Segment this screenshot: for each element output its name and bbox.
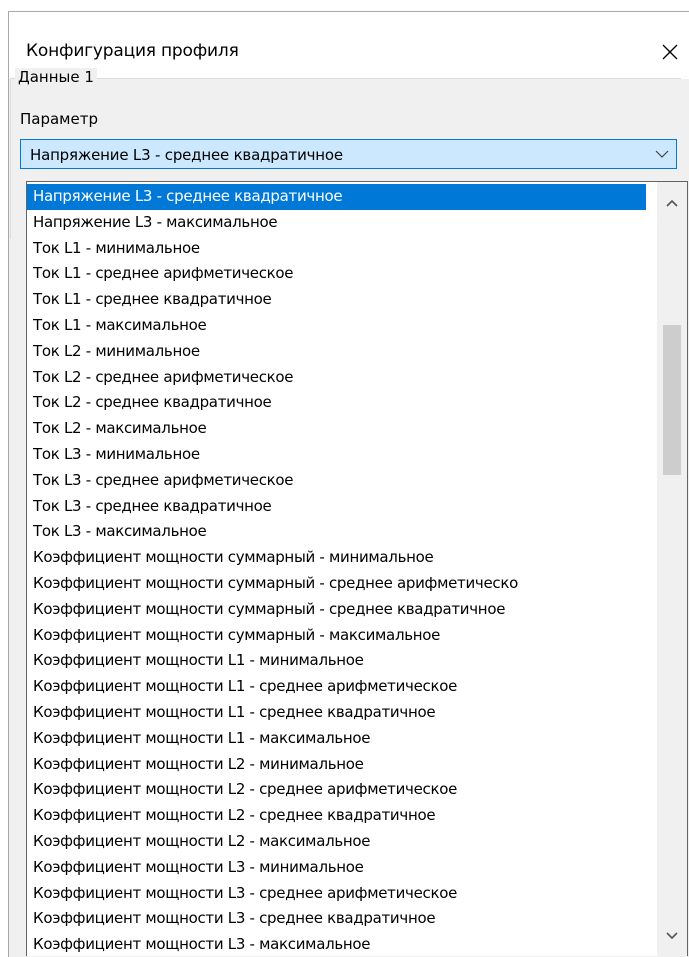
chevron-down-icon[interactable] — [654, 146, 670, 162]
dropdown-item[interactable]: Коэффициент мощности суммарный - среднее… — [27, 571, 646, 597]
dropdown-items: Напряжение L3 - среднее квадратичное Напр… — [27, 184, 646, 956]
dropdown-item[interactable]: Коэффициент мощности L2 - среднее арифме… — [27, 777, 646, 803]
dropdown-item[interactable]: Коэффициент мощности суммарный - максима… — [27, 623, 646, 649]
dropdown-item[interactable]: Напряжение L3 - среднее квадратичное — [27, 184, 646, 210]
parameter-combobox[interactable]: Напряжение L3 - среднее квадратичное — [20, 139, 677, 169]
dropdown-item[interactable]: Коэффициент мощности суммарный - минимал… — [27, 545, 646, 571]
dropdown-item[interactable]: Коэффициент мощности L3 - среднее арифме… — [27, 881, 646, 907]
dropdown-item[interactable]: Ток L3 - максимальное — [27, 519, 646, 545]
scroll-down-arrow-icon[interactable] — [664, 927, 680, 943]
dropdown-item[interactable]: Ток L1 - минимальное — [27, 236, 646, 262]
scroll-up-arrow-icon[interactable] — [664, 196, 680, 212]
dialog-title: Конфигурация профиля — [26, 41, 239, 61]
combobox-value: Напряжение L3 - среднее квадратичное — [30, 146, 343, 164]
dropdown-item[interactable]: Коэффициент мощности L3 - максимальное — [27, 932, 646, 956]
parameter-dropdown-list[interactable]: Напряжение L3 - среднее квадратичное Напр… — [26, 181, 688, 956]
dropdown-item[interactable]: Коэффициент мощности L1 - среднее квадра… — [27, 700, 646, 726]
dropdown-item[interactable]: Ток L1 - максимальное — [27, 313, 646, 339]
dropdown-item[interactable]: Коэффициент мощности L2 - среднее квадра… — [27, 803, 646, 829]
vertical-scrollbar[interactable] — [657, 182, 687, 956]
group-legend: Данные 1 — [15, 68, 97, 86]
dropdown-item[interactable]: Ток L1 - среднее арифметическое — [27, 261, 646, 287]
close-button[interactable] — [650, 34, 689, 70]
dropdown-item[interactable]: Коэффициент мощности L3 - минимальное — [27, 855, 646, 881]
title-bar: Конфигурация профиля — [9, 12, 689, 79]
close-icon — [662, 44, 678, 60]
dropdown-item[interactable]: Напряжение L3 - максимальное — [27, 210, 646, 236]
dropdown-item[interactable]: Ток L3 - минимальное — [27, 442, 646, 468]
dropdown-item[interactable]: Коэффициент мощности L1 - среднее арифме… — [27, 674, 646, 700]
dropdown-item[interactable]: Коэффициент мощности L2 - минимальное — [27, 752, 646, 778]
dropdown-item[interactable]: Ток L2 - минимальное — [27, 339, 646, 365]
dropdown-item[interactable]: Ток L2 - максимальное — [27, 416, 646, 442]
dropdown-item[interactable]: Коэффициент мощности L2 - максимальное — [27, 829, 646, 855]
dropdown-item[interactable]: Коэффициент мощности L1 - максимальное — [27, 726, 646, 752]
dropdown-item[interactable]: Ток L3 - среднее арифметическое — [27, 468, 646, 494]
dropdown-item[interactable]: Ток L2 - среднее квадратичное — [27, 390, 646, 416]
dropdown-item[interactable]: Ток L2 - среднее арифметическое — [27, 365, 646, 391]
dropdown-item[interactable]: Коэффициент мощности L1 - минимальное — [27, 648, 646, 674]
dropdown-item[interactable]: Ток L3 - среднее квадратичное — [27, 494, 646, 520]
scrollbar-thumb[interactable] — [663, 325, 681, 475]
dropdown-item[interactable]: Коэффициент мощности L3 - среднее квадра… — [27, 906, 646, 932]
parameter-label: Параметр — [20, 110, 98, 128]
dropdown-item[interactable]: Коэффициент мощности суммарный - среднее… — [27, 597, 646, 623]
dropdown-item[interactable]: Ток L1 - среднее квадратичное — [27, 287, 646, 313]
